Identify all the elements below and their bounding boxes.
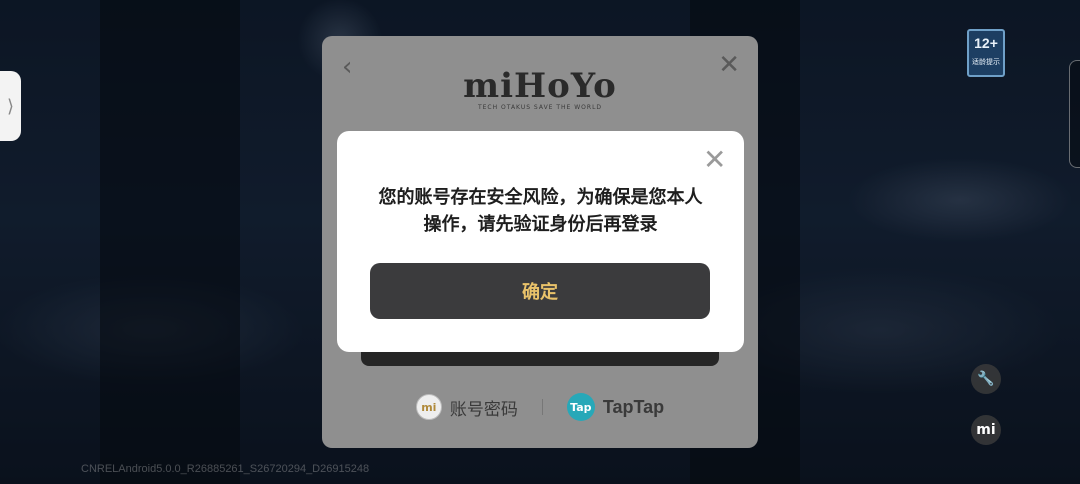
mi-logo-icon: mi <box>976 422 996 438</box>
confirm-button[interactable]: 确定 <box>370 263 710 319</box>
age-rating-badge: 12+ 适龄提示 <box>967 29 1005 77</box>
mihoyo-float-button[interactable]: mi <box>971 415 1001 445</box>
logo-tagline: TECH OTAKUS SAVE THE WORLD <box>477 104 603 111</box>
taptap-option[interactable]: Tap TapTap <box>566 393 665 421</box>
mihoyo-logo: miHoYo <box>463 66 617 106</box>
options-divider <box>541 399 543 415</box>
account-password-label: 账号密码 <box>449 399 518 420</box>
mi-account-icon: mi <box>415 394 442 420</box>
age-rating: 12+ <box>974 35 998 51</box>
alert-message: 您的账号存在安全风险，为确保是您本人操作，请先验证身份后再登录 <box>378 187 703 235</box>
version-string: CNRELAndroid5.0.0_R26885261_S26720294_D2… <box>81 463 370 475</box>
taptap-label: TapTap <box>602 396 665 417</box>
wrench-icon: 🔧 <box>977 371 995 387</box>
login-options: mi 账号密码 Tap TapTap <box>322 392 758 422</box>
side-expand-tab[interactable]: ⟩ <box>0 71 21 141</box>
right-edge-panel[interactable] <box>1069 60 1080 168</box>
wrench-button[interactable]: 🔧 <box>971 364 1001 394</box>
chevron-right-icon: ⟩ <box>6 95 15 117</box>
age-rating-label: 适龄提示 <box>972 58 1000 66</box>
security-alert-dialog: ✕ 您的账号存在安全风险，为确保是您本人操作，请先验证身份后再登录 确定 <box>337 131 744 352</box>
taptap-icon: Tap <box>566 393 595 421</box>
account-password-option[interactable]: mi 账号密码 <box>415 394 518 420</box>
close-icon[interactable]: ✕ <box>703 146 726 174</box>
